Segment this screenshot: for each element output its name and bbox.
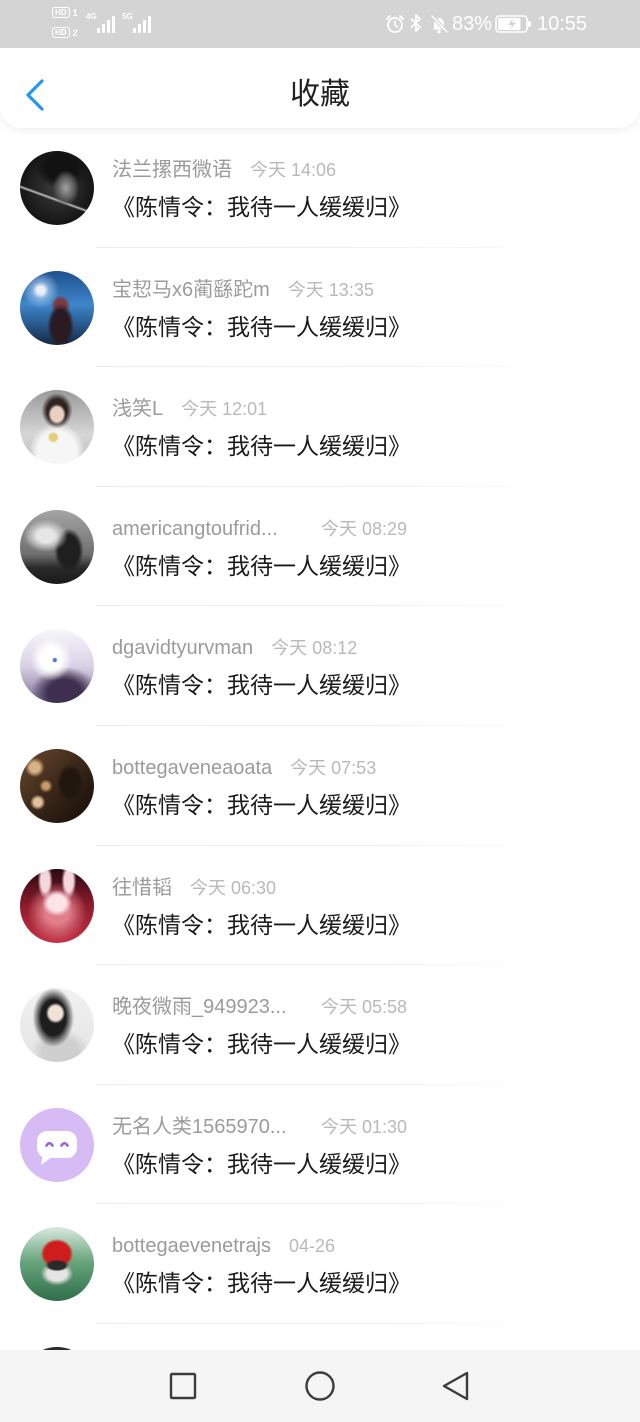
author-name: 无名人类1565970... [112,1115,287,1138]
favorite-item[interactable]: bottegaevenetrajs 04-26 《陈情令：我待一人缓缓归》 [0,1204,640,1324]
status-bar: HD 1 HD 2 4G 5G 83% 10:55 [0,0,640,48]
sim1-hd-indicator: HD 1 [52,7,78,18]
favorite-item[interactable]: americangtoufrid... 今天 08:29 《陈情令：我待一人缓缓归… [0,487,640,607]
header: 收藏 [0,48,640,128]
favorite-item[interactable]: 无名人类1565970... 今天 01:30 《陈情令：我待一人缓缓归》 [0,1085,640,1205]
author-name: 往惜韬 [112,876,172,899]
favorite-item[interactable]: 浅笑L 今天 12:01 《陈情令：我待一人缓缓归》 [0,367,640,487]
recent-apps-button[interactable] [158,1361,208,1411]
signal-bars-icon [97,16,115,33]
post-title: 《陈情令：我待一人缓缓归》 [112,672,411,699]
network-type-label: 4G [86,12,97,21]
author-name: bottegaveneaoata [112,756,273,779]
home-icon [305,1371,335,1401]
status-clock: 10:55 [537,13,588,35]
avatar [20,1107,94,1182]
item-meta: bottegaevenetrajs 04-26 [112,1234,335,1258]
network-signal-2: 5G [122,11,158,33]
sim2-hd-indicator: HD 2 [52,27,78,38]
sim-index: 1 [72,7,78,18]
favorite-item[interactable]: 晚夜微雨_949923... 今天 05:58 《陈情令：我待一人缓缓归》 [0,965,640,1085]
page-title: 收藏 [290,78,350,111]
chat-bubble-icon [37,1130,77,1165]
author-name: 晚夜微雨_949923... [112,996,287,1019]
item-meta: dgavidtyurvman 今天 08:12 [112,636,357,660]
battery-percentage: 83% [452,13,493,35]
item-meta: 浅笑L 今天 12:01 [112,397,267,421]
post-time: 今天 07:53 [290,757,377,778]
post-time: 今天 08:12 [271,638,358,659]
network-signal-1: 4G [86,11,122,33]
post-title: 《陈情令：我待一人缓缓归》 [112,791,411,818]
item-meta: 宝恝马x6蔺繇跎m 今天 13:35 [112,278,374,302]
favorite-item[interactable]: 法兰摞西微语 今天 14:06 《陈情令：我待一人缓缓归》 [0,128,640,248]
author-name: 浅笑L [112,398,164,421]
recent-apps-icon [169,1372,197,1400]
post-title: 《陈情令：我待一人缓缓归》 [112,313,411,340]
post-time: 今天 14:06 [250,160,337,180]
hd-badge: HD [52,7,70,18]
post-title: 《陈情令：我待一人缓缓归》 [112,911,411,938]
author-name: dgavidtyurvman [112,637,254,660]
avatar [20,629,94,704]
home-button[interactable] [295,1361,345,1411]
system-back-button[interactable] [430,1361,480,1411]
item-meta: 往惜韬 今天 06:30 [112,876,276,900]
post-title: 《陈情令：我待一人缓缓归》 [112,433,411,460]
favorite-item[interactable]: dgavidtyurvman 今天 08:12 《陈情令：我待一人缓缓归》 [0,606,640,726]
post-title: 《陈情令：我待一人缓缓归》 [112,1150,411,1177]
system-nav-bar [0,1350,640,1422]
item-meta: 无名人类1565970... 今天 01:30 [112,1115,407,1139]
author-name: bottegaevenetrajs [112,1235,272,1258]
post-time: 04-26 [289,1236,336,1257]
avatar [20,390,94,465]
avatar [20,988,94,1063]
back-icon [442,1371,469,1401]
item-meta: bottegaveneaoata 今天 07:53 [112,756,376,780]
avatar [20,868,94,943]
avatar [20,270,94,345]
post-title: 《陈情令：我待一人缓缓归》 [112,1031,411,1058]
item-meta: 晚夜微雨_949923... 今天 05:58 [112,995,407,1019]
post-time: 今天 08:29 [321,518,408,539]
signal-bars-icon [133,16,151,33]
avatar [20,151,94,225]
author-name: 宝恝马x6蔺繇跎m [112,278,270,301]
avatar [20,509,94,584]
item-meta: americangtoufrid... 今天 08:29 [112,517,407,541]
post-time: 今天 06:30 [190,877,277,898]
post-time: 今天 01:30 [321,1116,408,1137]
alarm-icon [386,15,404,33]
post-time: 今天 05:58 [321,997,408,1018]
favorite-item[interactable]: 宝恝马x6蔺繇跎m 今天 13:35 《陈情令：我待一人缓缓归》 [0,248,640,368]
avatar [20,748,94,823]
author-name: 法兰摞西微语 [112,159,232,181]
post-time: 今天 12:01 [181,399,268,420]
sim-index: 2 [72,27,78,38]
post-title: 《陈情令：我待一人缓缓归》 [112,552,411,579]
bell-off-icon [430,14,449,34]
author-name: americangtoufrid... [112,517,278,540]
post-time: 今天 13:35 [287,279,374,300]
post-title: 《陈情令：我待一人缓缓归》 [112,1270,411,1297]
network-type-label: 5G [122,12,133,21]
favorite-item[interactable]: 往惜韬 今天 06:30 《陈情令：我待一人缓缓归》 [0,846,640,966]
favorite-item[interactable]: bottegaveneaoata 今天 07:53 《陈情令：我待一人缓缓归》 [0,726,640,846]
hd-badge: HD [52,27,70,38]
favorite-item-partial[interactable] [0,1324,640,1350]
favorites-list[interactable]: 法兰摞西微语 今天 14:06 《陈情令：我待一人缓缓归》 宝恝马x6蔺繇跎m 今天… [0,128,640,1350]
battery-charging-icon [495,15,531,33]
bluetooth-icon [410,14,421,32]
post-title: 《陈情令：我待一人缓缓归》 [112,194,411,220]
avatar [20,1227,94,1302]
item-meta: 法兰摞西微语 今天 14:06 [112,158,336,182]
